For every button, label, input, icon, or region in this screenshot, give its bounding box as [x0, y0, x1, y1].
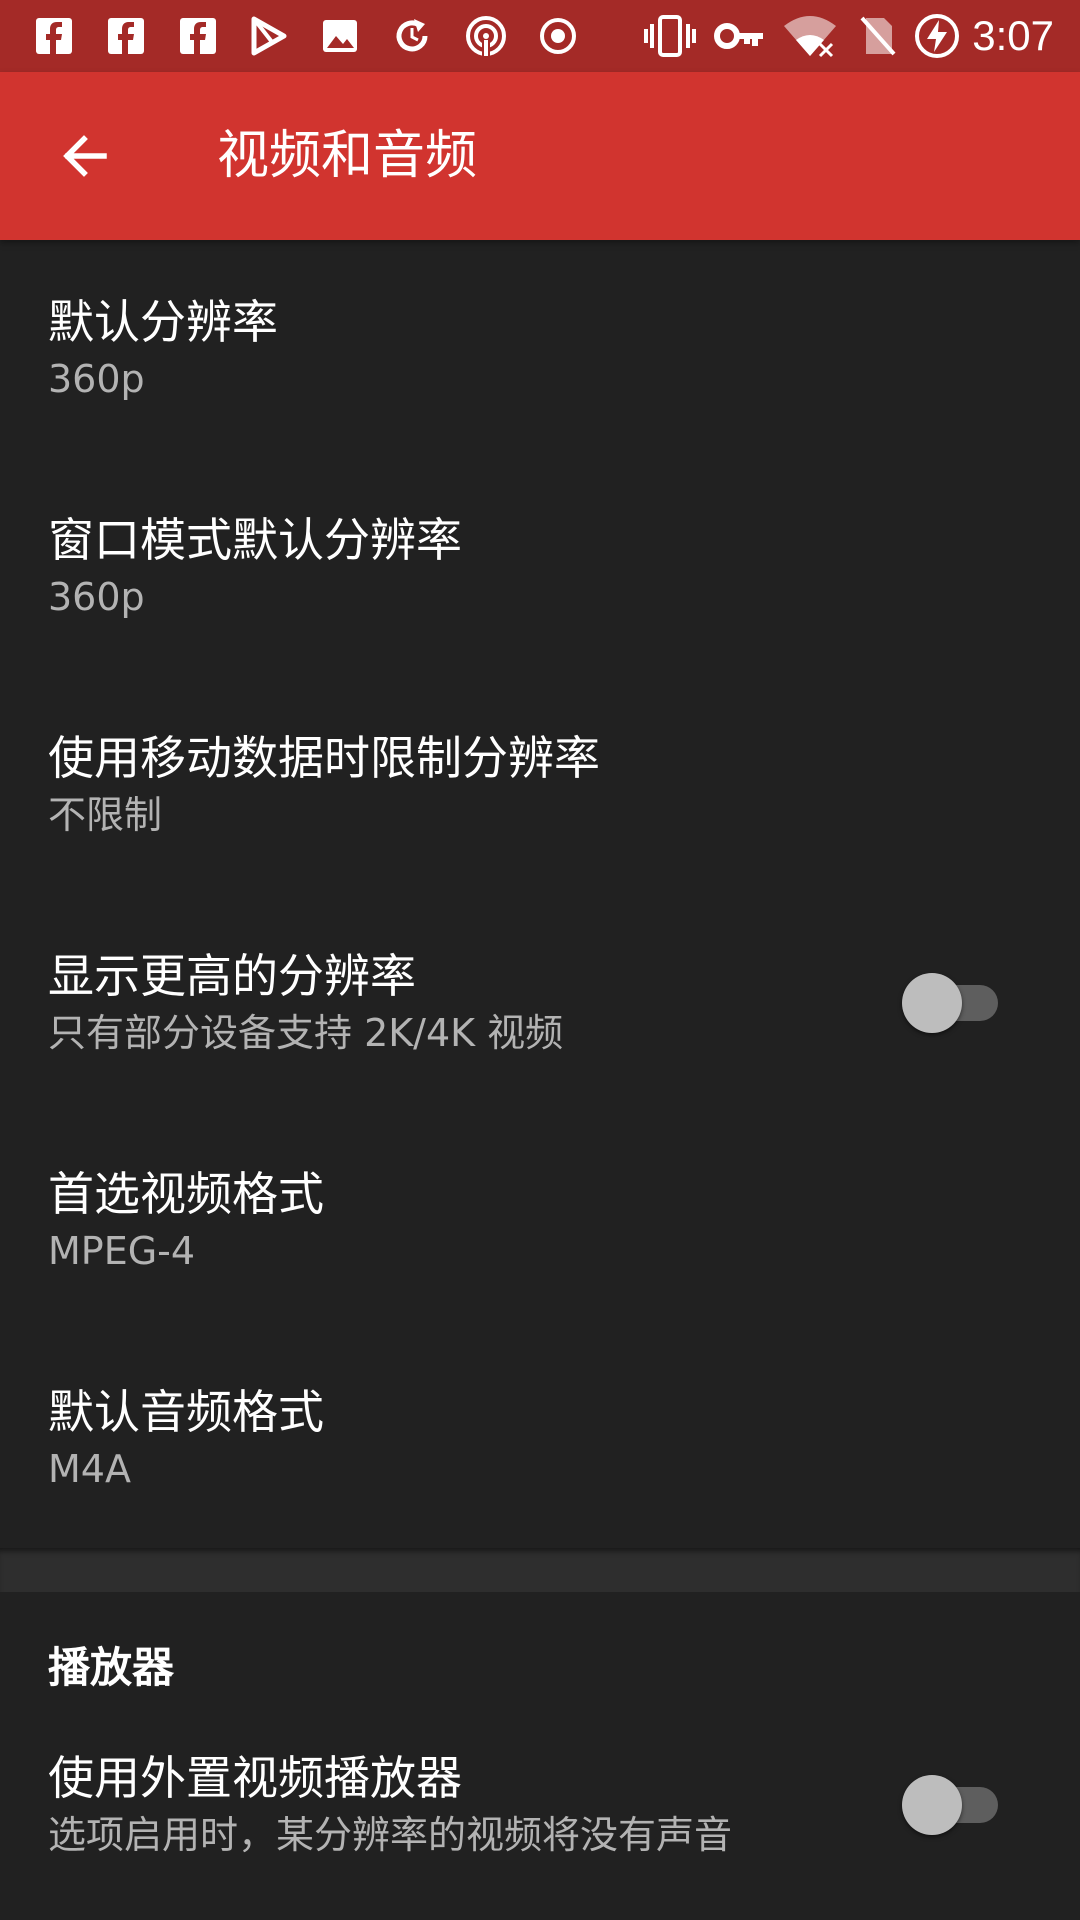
record-icon: [536, 14, 580, 58]
pref-title: 使用移动数据时限制分辨率: [48, 731, 600, 785]
pref-title: 显示更高的分辨率: [48, 949, 416, 1003]
battery-charging-icon: [912, 14, 962, 58]
back-button[interactable]: [40, 112, 128, 200]
wifi-off-icon: [782, 14, 838, 58]
page-title: 视频和音频: [217, 126, 478, 186]
switch-thumb: [902, 1775, 962, 1835]
section-divider: [0, 1548, 1080, 1592]
pref-title: 首选视频格式: [48, 1167, 324, 1221]
pref-use-external-video-player[interactable]: 使用外置视频播放器 选项启用时，某分辨率的视频将没有声音: [0, 1748, 1080, 1920]
pref-show-higher-resolutions[interactable]: 显示更高的分辨率 只有部分设备支持 2K/4K 视频: [0, 946, 1080, 1164]
arrow-back-icon: [63, 135, 107, 177]
pref-popup-default-resolution[interactable]: 窗口模式默认分辨率 360p: [0, 510, 1080, 728]
higher-resolutions-switch[interactable]: [902, 972, 998, 1034]
pref-summary: 选项启用时，某分辨率的视频将没有声音: [48, 1813, 733, 1857]
pref-limit-mobile-resolution[interactable]: 使用移动数据时限制分辨率 不限制: [0, 728, 1080, 946]
cast-icon: [462, 14, 510, 58]
facebook-icon: [176, 14, 220, 58]
facebook-icon: [104, 14, 148, 58]
pref-default-resolution[interactable]: 默认分辨率 360p: [0, 292, 1080, 510]
play-store-icon: [246, 14, 290, 58]
vpn-key-icon: [712, 14, 768, 58]
pref-summary: 只有部分设备支持 2K/4K 视频: [48, 1011, 564, 1055]
app-bar: 视频和音频: [0, 72, 1080, 240]
status-time: 3:07: [972, 12, 1054, 59]
pref-summary: 360p: [48, 357, 145, 401]
pref-summary: MPEG-4: [48, 1229, 196, 1273]
pref-summary: 不限制: [48, 793, 163, 837]
status-bar: 3:07: [0, 0, 1080, 72]
pref-title: 窗口模式默认分辨率: [48, 513, 462, 567]
pref-title: 使用外置视频播放器: [48, 1751, 462, 1805]
pref-title: 默认分辨率: [48, 295, 278, 349]
pref-preferred-video-format[interactable]: 首选视频格式 MPEG-4: [0, 1164, 1080, 1382]
vibrate-icon: [642, 14, 698, 58]
pref-summary: M4A: [48, 1447, 131, 1491]
pref-summary: 360p: [48, 575, 145, 619]
pref-default-audio-format[interactable]: 默认音频格式 M4A: [0, 1382, 1080, 1542]
external-player-switch[interactable]: [902, 1774, 998, 1836]
image-icon: [318, 14, 362, 58]
category-title-player: 播放器: [48, 1643, 175, 1692]
sync-icon: [390, 14, 434, 58]
switch-thumb: [902, 973, 962, 1033]
no-sim-icon: [856, 14, 900, 58]
pref-title: 默认音频格式: [48, 1385, 324, 1439]
facebook-icon: [32, 14, 76, 58]
